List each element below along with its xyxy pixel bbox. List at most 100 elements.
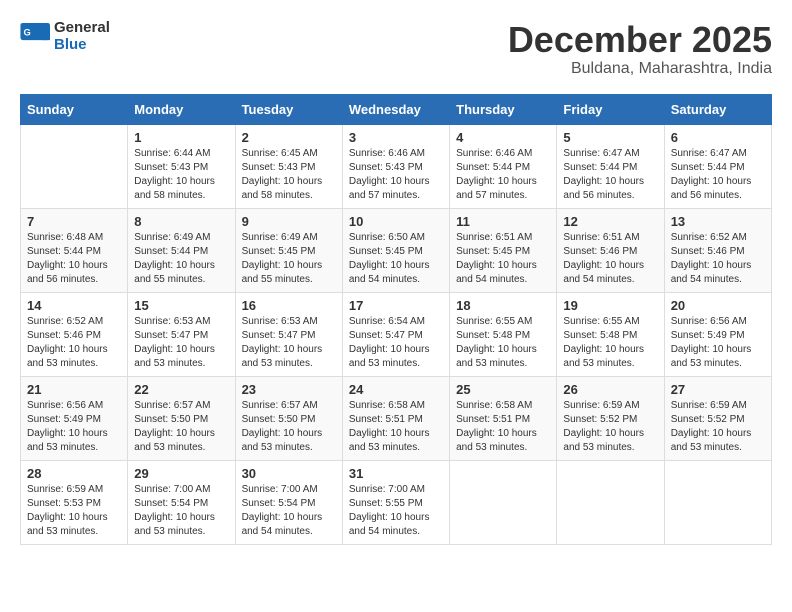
day-number: 19 [563,298,657,313]
logo-icon: G [20,23,52,51]
calendar-cell: 6 Sunrise: 6:47 AMSunset: 5:44 PMDaylight… [664,124,771,208]
day-number: 7 [27,214,121,229]
day-info: Sunrise: 6:49 AMSunset: 5:44 PMDaylight:… [134,231,228,287]
calendar-header-row: SundayMondayTuesdayWednesdayThursdayFrid… [21,94,772,124]
day-number: 17 [349,298,443,313]
day-number: 4 [456,130,550,145]
calendar-cell: 17 Sunrise: 6:54 AMSunset: 5:47 PMDayligh… [342,292,449,376]
day-number: 18 [456,298,550,313]
day-number: 13 [671,214,765,229]
calendar-cell [557,460,664,544]
month-title: December 2025 [508,20,772,60]
calendar-cell: 31 Sunrise: 7:00 AMSunset: 5:55 PMDayligh… [342,460,449,544]
calendar-cell: 10 Sunrise: 6:50 AMSunset: 5:45 PMDayligh… [342,208,449,292]
day-info: Sunrise: 6:46 AMSunset: 5:44 PMDaylight:… [456,147,550,203]
day-info: Sunrise: 6:52 AMSunset: 5:46 PMDaylight:… [671,231,765,287]
day-info: Sunrise: 7:00 AMSunset: 5:54 PMDaylight:… [134,483,228,539]
day-info: Sunrise: 7:00 AMSunset: 5:54 PMDaylight:… [242,483,336,539]
day-number: 15 [134,298,228,313]
calendar-cell: 5 Sunrise: 6:47 AMSunset: 5:44 PMDaylight… [557,124,664,208]
day-info: Sunrise: 6:49 AMSunset: 5:45 PMDaylight:… [242,231,336,287]
calendar-cell: 1Sunrise: 6:44 AMSunset: 5:43 PMDaylight… [128,124,235,208]
day-number: 31 [349,466,443,481]
day-info: Sunrise: 6:53 AMSunset: 5:47 PMDaylight:… [134,315,228,371]
day-info: Sunrise: 6:47 AMSunset: 5:44 PMDaylight:… [671,147,765,203]
day-info: Sunrise: 6:59 AMSunset: 5:52 PMDaylight:… [563,399,657,455]
day-number: 27 [671,382,765,397]
calendar-week-row: 21Sunrise: 6:56 AMSunset: 5:49 PMDayligh… [21,376,772,460]
calendar-cell: 2Sunrise: 6:45 AMSunset: 5:43 PMDaylight… [235,124,342,208]
day-number: 25 [456,382,550,397]
day-info: Sunrise: 6:51 AMSunset: 5:46 PMDaylight:… [563,231,657,287]
logo-blue: Blue [54,37,110,54]
calendar-week-row: 28Sunrise: 6:59 AMSunset: 5:53 PMDayligh… [21,460,772,544]
day-info: Sunrise: 6:59 AMSunset: 5:53 PMDaylight:… [27,483,121,539]
day-info: Sunrise: 7:00 AMSunset: 5:55 PMDaylight:… [349,483,443,539]
calendar-cell [21,124,128,208]
day-info: Sunrise: 6:50 AMSunset: 5:45 PMDaylight:… [349,231,443,287]
day-number: 10 [349,214,443,229]
day-number: 29 [134,466,228,481]
day-info: Sunrise: 6:47 AMSunset: 5:44 PMDaylight:… [563,147,657,203]
col-header-friday: Friday [557,94,664,124]
calendar-cell: 15 Sunrise: 6:53 AMSunset: 5:47 PMDayligh… [128,292,235,376]
calendar-cell: 13 Sunrise: 6:52 AMSunset: 5:46 PMDayligh… [664,208,771,292]
calendar-cell: 25Sunrise: 6:58 AMSunset: 5:51 PMDayligh… [450,376,557,460]
col-header-thursday: Thursday [450,94,557,124]
logo: G General Blue [20,20,110,53]
calendar-cell: 30 Sunrise: 7:00 AMSunset: 5:54 PMDayligh… [235,460,342,544]
calendar-week-row: 7 Sunrise: 6:48 AMSunset: 5:44 PMDaylight… [21,208,772,292]
day-info: Sunrise: 6:56 AMSunset: 5:49 PMDaylight:… [671,315,765,371]
calendar-cell: 23Sunrise: 6:57 AMSunset: 5:50 PMDayligh… [235,376,342,460]
col-header-wednesday: Wednesday [342,94,449,124]
day-number: 23 [242,382,336,397]
calendar-cell: 18 Sunrise: 6:55 AMSunset: 5:48 PMDayligh… [450,292,557,376]
calendar-cell: 26 Sunrise: 6:59 AMSunset: 5:52 PMDayligh… [557,376,664,460]
calendar-cell: 28Sunrise: 6:59 AMSunset: 5:53 PMDayligh… [21,460,128,544]
calendar-cell: 29 Sunrise: 7:00 AMSunset: 5:54 PMDayligh… [128,460,235,544]
calendar-cell [664,460,771,544]
calendar-cell: 27 Sunrise: 6:59 AMSunset: 5:52 PMDayligh… [664,376,771,460]
day-info: Sunrise: 6:54 AMSunset: 5:47 PMDaylight:… [349,315,443,371]
day-info: Sunrise: 6:56 AMSunset: 5:49 PMDaylight:… [27,399,121,455]
col-header-monday: Monday [128,94,235,124]
day-number: 8 [134,214,228,229]
day-info: Sunrise: 6:58 AMSunset: 5:51 PMDaylight:… [349,399,443,455]
calendar-cell: 7 Sunrise: 6:48 AMSunset: 5:44 PMDaylight… [21,208,128,292]
calendar-cell: 16 Sunrise: 6:53 AMSunset: 5:47 PMDayligh… [235,292,342,376]
day-info: Sunrise: 6:46 AMSunset: 5:43 PMDaylight:… [349,147,443,203]
calendar-cell: 22Sunrise: 6:57 AMSunset: 5:50 PMDayligh… [128,376,235,460]
calendar-cell [450,460,557,544]
col-header-sunday: Sunday [21,94,128,124]
calendar-table: SundayMondayTuesdayWednesdayThursdayFrid… [20,94,772,545]
title-area: December 2025 Buldana, Maharashtra, Indi… [508,20,772,78]
day-info: Sunrise: 6:44 AMSunset: 5:43 PMDaylight:… [134,147,228,203]
calendar-cell: 14Sunrise: 6:52 AMSunset: 5:46 PMDayligh… [21,292,128,376]
calendar-week-row: 14Sunrise: 6:52 AMSunset: 5:46 PMDayligh… [21,292,772,376]
calendar-cell: 24 Sunrise: 6:58 AMSunset: 5:51 PMDayligh… [342,376,449,460]
day-info: Sunrise: 6:53 AMSunset: 5:47 PMDaylight:… [242,315,336,371]
day-info: Sunrise: 6:59 AMSunset: 5:52 PMDaylight:… [671,399,765,455]
calendar-cell: 20Sunrise: 6:56 AMSunset: 5:49 PMDayligh… [664,292,771,376]
day-number: 5 [563,130,657,145]
calendar-cell: 11Sunrise: 6:51 AMSunset: 5:45 PMDayligh… [450,208,557,292]
day-number: 14 [27,298,121,313]
calendar-week-row: 1Sunrise: 6:44 AMSunset: 5:43 PMDaylight… [21,124,772,208]
calendar-cell: 9Sunrise: 6:49 AMSunset: 5:45 PMDaylight… [235,208,342,292]
col-header-saturday: Saturday [664,94,771,124]
calendar-cell: 12 Sunrise: 6:51 AMSunset: 5:46 PMDayligh… [557,208,664,292]
day-info: Sunrise: 6:55 AMSunset: 5:48 PMDaylight:… [563,315,657,371]
col-header-tuesday: Tuesday [235,94,342,124]
day-number: 6 [671,130,765,145]
calendar-cell: 19 Sunrise: 6:55 AMSunset: 5:48 PMDayligh… [557,292,664,376]
location-subtitle: Buldana, Maharashtra, India [508,60,772,78]
day-info: Sunrise: 6:48 AMSunset: 5:44 PMDaylight:… [27,231,121,287]
day-number: 26 [563,382,657,397]
day-info: Sunrise: 6:55 AMSunset: 5:48 PMDaylight:… [456,315,550,371]
day-number: 30 [242,466,336,481]
day-number: 12 [563,214,657,229]
page-header: G General Blue December 2025 Buldana, Ma… [20,20,772,78]
day-number: 11 [456,214,550,229]
day-number: 16 [242,298,336,313]
day-number: 24 [349,382,443,397]
